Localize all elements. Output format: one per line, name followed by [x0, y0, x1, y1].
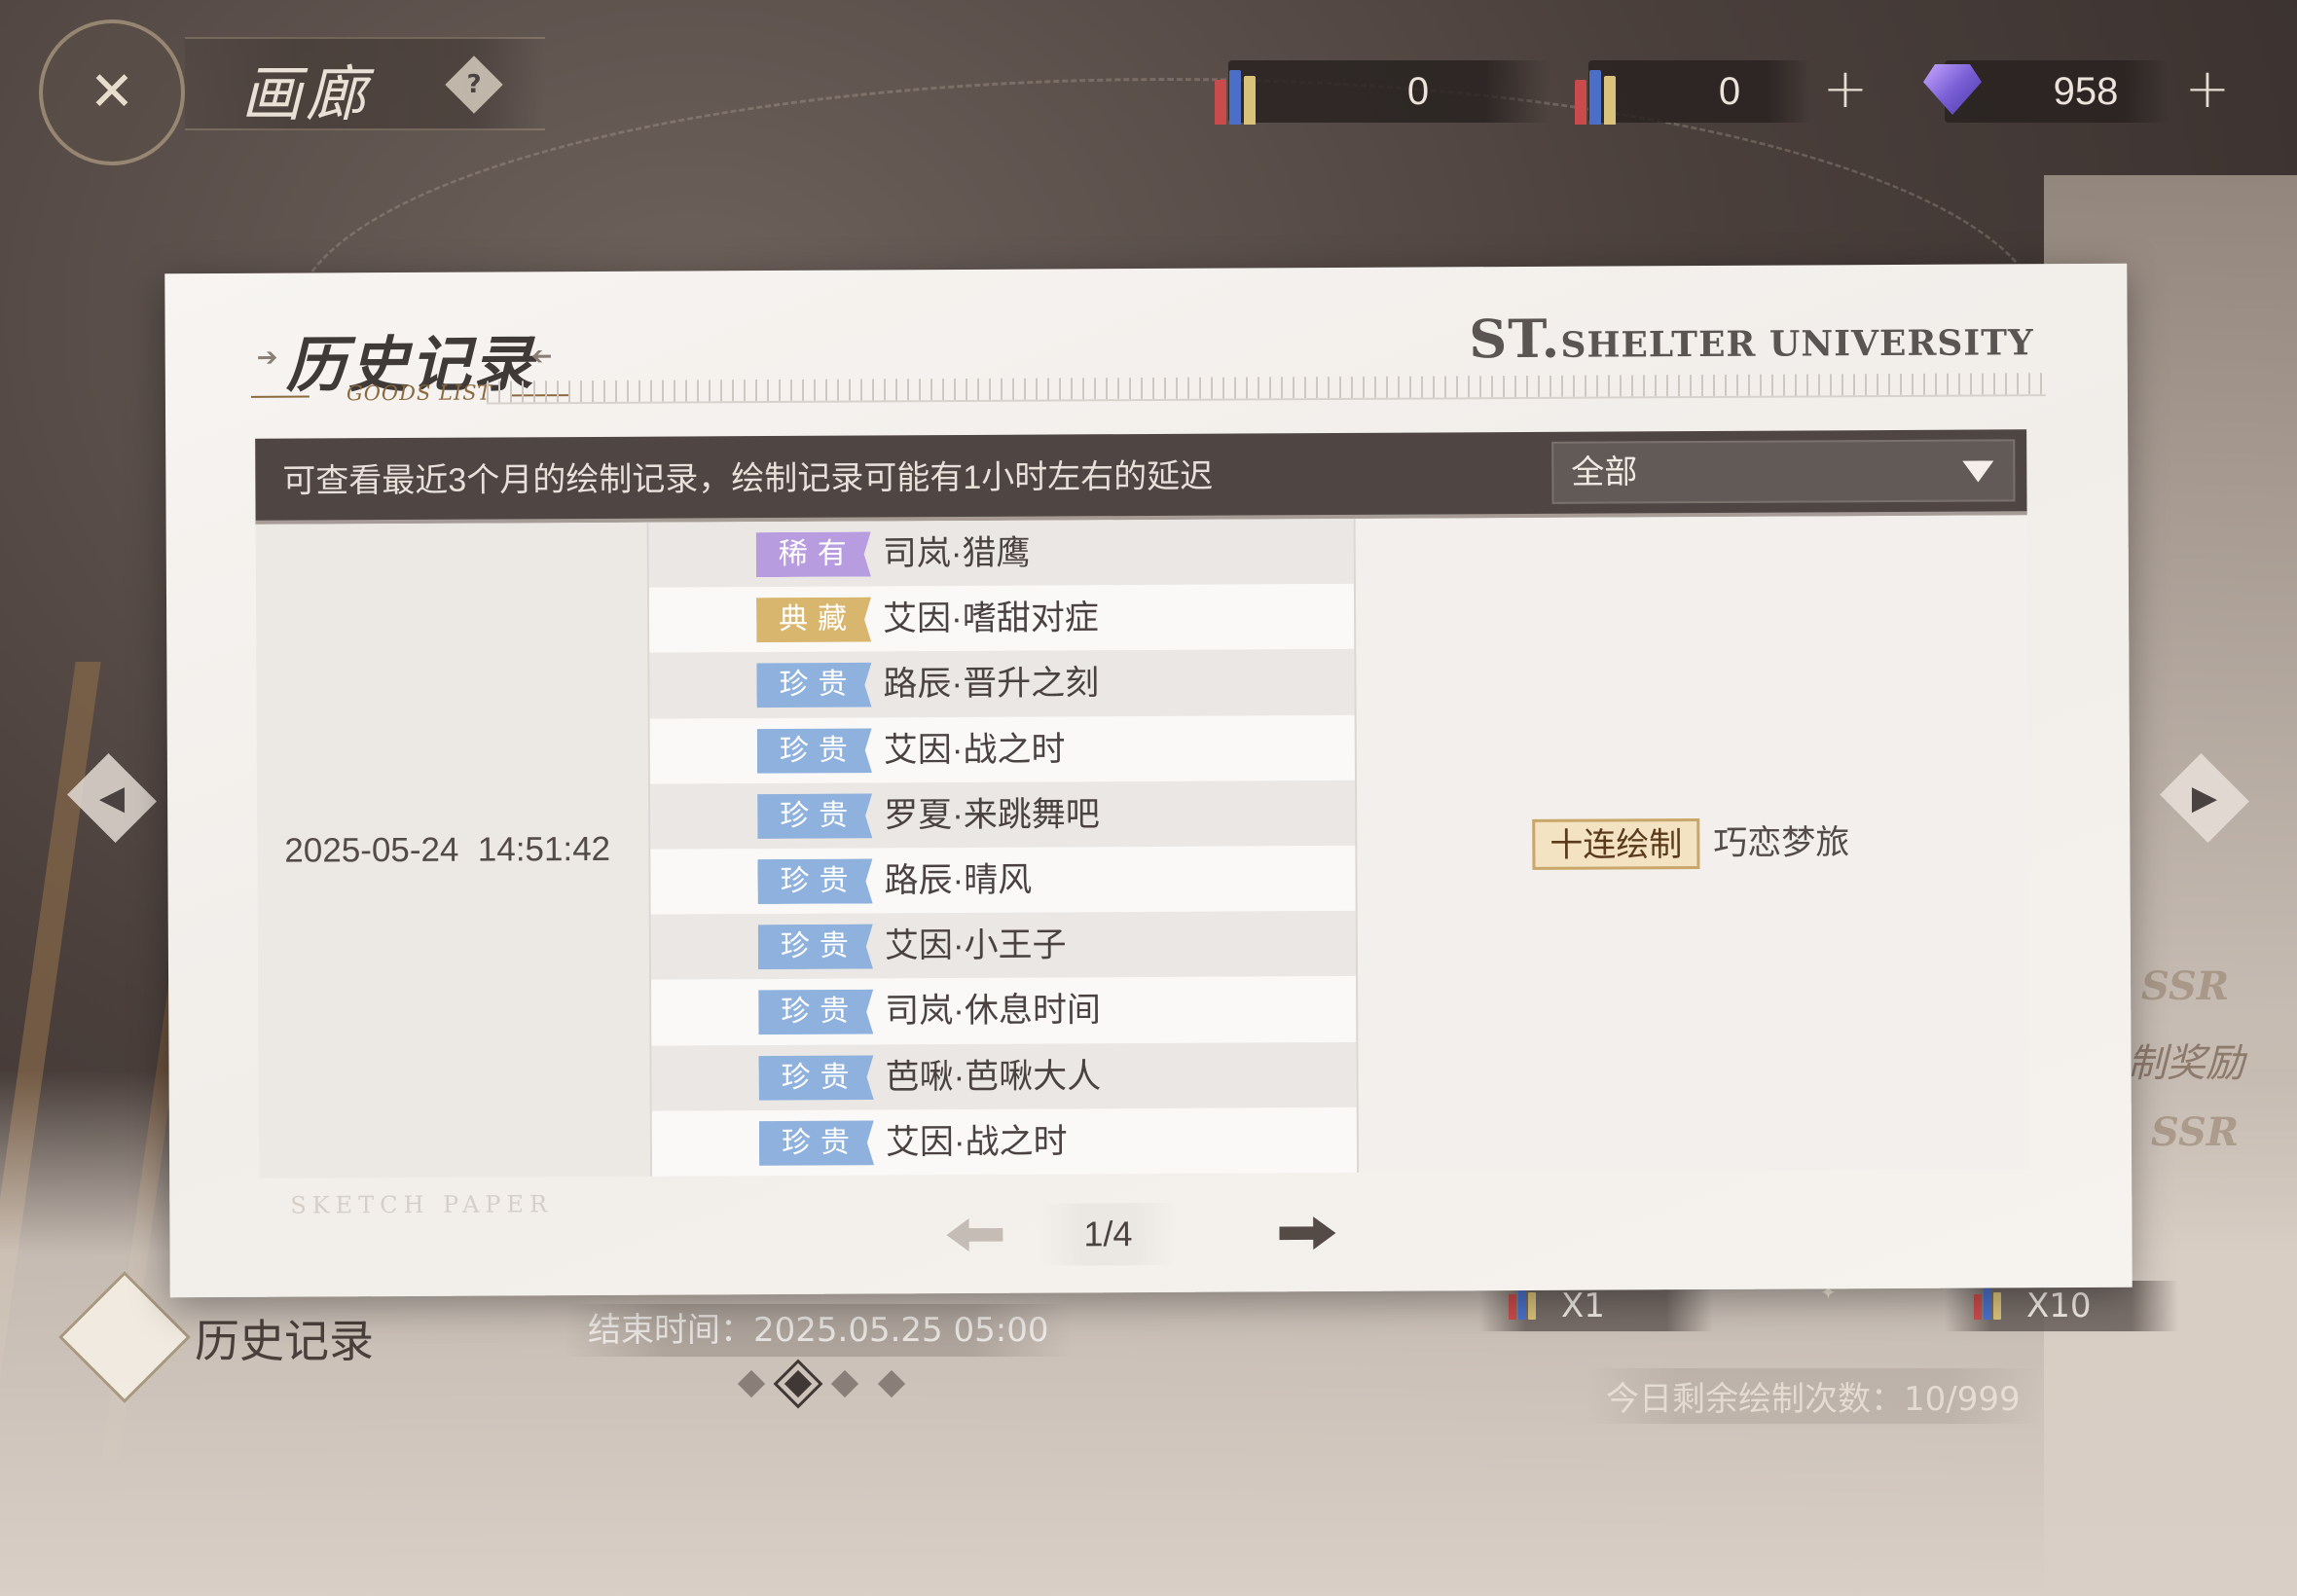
- pagination-dot-active[interactable]: [773, 1359, 823, 1409]
- draw-once-label: X1: [1561, 1287, 1605, 1325]
- rarity-tag: 珍贵: [758, 925, 873, 970]
- brand-prefix: ST.: [1469, 307, 1561, 371]
- paint-ticket-icon: [1563, 56, 1627, 125]
- item-name: 司岚·休息时间: [885, 991, 1101, 1031]
- list-item: 珍贵 艾因·小王子: [650, 911, 1357, 980]
- source-pool-name: 巧恋梦旅: [1713, 823, 1850, 862]
- rarity-tag: 珍贵: [757, 728, 872, 774]
- info-bar: 可查看最近3个月的绘制记录，绘制记录可能有1小时左右的延迟 全部: [255, 429, 2027, 525]
- list-item: 典藏 艾因·嗜甜对症: [648, 584, 1355, 654]
- item-name: 司岚·猎鹰: [882, 533, 1031, 573]
- ssr-badge: SSR: [2141, 963, 2230, 1009]
- currency-ticket-a: 0: [1215, 60, 1550, 125]
- rarity-tag: 珍贵: [758, 990, 873, 1035]
- info-text: 可查看最近3个月的绘制记录，绘制记录可能有1小时左右的延迟: [282, 457, 1214, 500]
- list-item: 珍贵 司岚·休息时间: [651, 976, 1357, 1046]
- item-name: 艾因·战之时: [885, 1122, 1068, 1162]
- record-group: 2025-05-24 14:51:42 稀有 司岚·猎鹰 典藏 艾因·嗜甜对症 珍贵 路辰…: [255, 515, 2031, 1179]
- remaining-draws-text: 今日剩余绘制次数：10/999: [1586, 1368, 2040, 1424]
- arrow-left-icon: ◀: [98, 779, 126, 817]
- currency-value: 0: [1406, 70, 1430, 113]
- event-end-time: 结束时间：2025.05.25 05:00: [565, 1304, 1073, 1357]
- rarity-tag: 典藏: [756, 598, 871, 643]
- item-name: 艾因·战之时: [883, 730, 1066, 769]
- page-indicator: 1/4: [1039, 1202, 1177, 1266]
- add-ticket-button[interactable]: +: [1814, 60, 1877, 123]
- source-type-badge: 十连绘制: [1532, 818, 1700, 870]
- record-source-cell: 十连绘制 巧恋梦旅: [1353, 515, 2031, 1173]
- brand-logo: ST.SHELTER UNIVERSITY: [1469, 305, 2034, 370]
- brand-name: SHELTER UNIVERSITY: [1560, 322, 2034, 366]
- paint-ticket-icon: [1203, 56, 1267, 125]
- list-item: 珍贵 艾因·战之时: [651, 1106, 1358, 1177]
- paint-ticket-icon: [1974, 1288, 2001, 1320]
- title-arrow-left-icon: ➔: [256, 343, 278, 373]
- item-name: 路辰·晋升之刻: [883, 664, 1100, 704]
- record-items-list: 稀有 司岚·猎鹰 典藏 艾因·嗜甜对症 珍贵 路辰·晋升之刻 珍贵 艾因·战之时 珍贵 罗夏·来跳…: [648, 518, 1358, 1177]
- rarity-tag: 稀有: [756, 531, 871, 577]
- rarity-tag: 珍贵: [758, 1055, 873, 1101]
- record-date-cell: 2025-05-24 14:51:42: [255, 522, 653, 1179]
- help-button[interactable]: ?: [445, 55, 503, 114]
- rarity-tag: 珍贵: [756, 663, 871, 708]
- item-name: 艾因·嗜甜对症: [883, 598, 1099, 638]
- history-button[interactable]: 历史记录: [58, 1271, 399, 1403]
- history-label: 历史记录: [195, 1315, 374, 1367]
- ssr-badge: SSR: [2151, 1109, 2240, 1155]
- filter-value: 全部: [1571, 453, 1638, 492]
- list-item: 珍贵 艾因·战之时: [649, 714, 1356, 784]
- list-item: 珍贵 路辰·晋升之刻: [649, 649, 1355, 719]
- arrow-right-icon: [1279, 1216, 1335, 1250]
- currency-ticket-b: 0: [1575, 60, 1812, 125]
- rarity-tag: 珍贵: [757, 858, 872, 904]
- pagination-dot[interactable]: [830, 1369, 859, 1398]
- banner-pagination-dots: [737, 1359, 906, 1409]
- arrow-left-icon: [946, 1218, 1003, 1251]
- currency-value: 958: [2053, 70, 2119, 113]
- ruler-decoration: [486, 373, 2046, 405]
- currency-diamond: 958: [1923, 60, 2169, 123]
- back-button[interactable]: ✕: [39, 19, 185, 165]
- modal-subtitle: GOODS LIST: [346, 381, 492, 406]
- record-datetime: 2025-05-24 14:51:42: [284, 829, 611, 870]
- list-item: 珍贵 芭啾·芭啾大人: [651, 1041, 1357, 1111]
- rarity-tag: 珍贵: [759, 1120, 874, 1166]
- draw-reward-label: 制奖励: [2128, 1041, 2244, 1086]
- arrow-right-icon: ▶: [2191, 779, 2218, 817]
- subtitle-divider: [250, 395, 310, 398]
- list-item: 珍贵 路辰·晴风: [650, 845, 1356, 915]
- prev-page-button[interactable]: [938, 1206, 1010, 1264]
- item-name: 芭啾·芭啾大人: [885, 1056, 1102, 1096]
- item-name: 罗夏·来跳舞吧: [884, 795, 1100, 835]
- draw-ten-button[interactable]: X10: [1945, 1281, 2178, 1331]
- pagination-dot[interactable]: [877, 1369, 906, 1398]
- title-arrow-right-icon: ➔: [530, 342, 553, 372]
- page-title: 画廊: [241, 58, 371, 129]
- currency-value: 0: [1718, 70, 1741, 113]
- dropdown-caret-icon: [1962, 460, 1994, 483]
- list-item: 珍贵 罗夏·来跳舞吧: [650, 780, 1356, 850]
- next-page-button[interactable]: [1271, 1204, 1343, 1262]
- add-diamond-button[interactable]: +: [2176, 60, 2239, 123]
- paint-ticket-icon: [1509, 1288, 1536, 1320]
- butterfly-icon: ✕: [89, 60, 135, 124]
- question-icon: ?: [466, 70, 482, 99]
- rarity-tag: 珍贵: [757, 793, 872, 839]
- list-item: 稀有 司岚·猎鹰: [648, 518, 1354, 588]
- item-name: 艾因·小王子: [884, 925, 1067, 965]
- sketch-paper-label: SKETCH PAPER: [290, 1190, 554, 1219]
- filter-dropdown[interactable]: 全部: [1551, 439, 2016, 504]
- item-name: 路辰·晴风: [884, 860, 1033, 900]
- history-modal: ➔ 历史记录 ➔ GOODS LIST ST.SHELTER UNIVERSIT…: [164, 263, 2133, 1298]
- draw-ten-label: X10: [2026, 1287, 2092, 1325]
- pagination-dot[interactable]: [737, 1369, 766, 1398]
